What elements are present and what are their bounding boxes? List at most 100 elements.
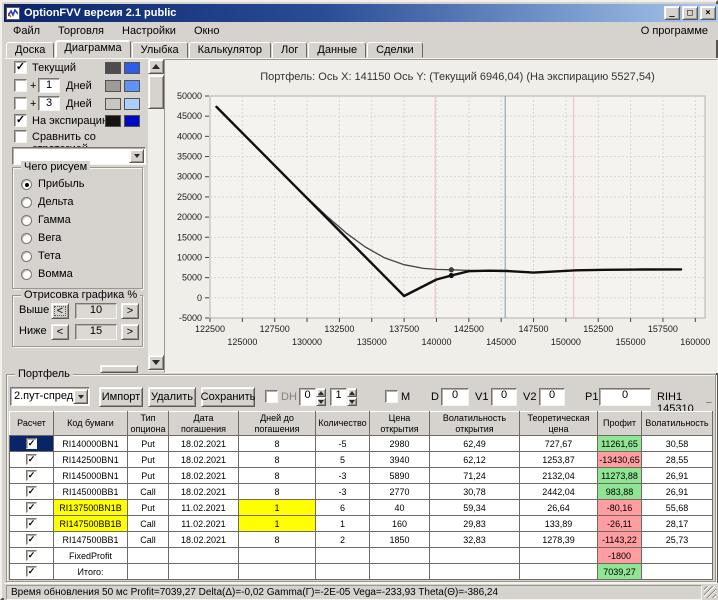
cell-vol-open[interactable]: 62,12 bbox=[429, 451, 520, 468]
cell-vol-open[interactable]: 30,78 bbox=[429, 483, 520, 500]
radio-option-delta[interactable]: Дельта bbox=[21, 196, 139, 213]
current-checkbox[interactable]: ✓ bbox=[14, 61, 27, 74]
cell-code[interactable]: FixedProfit bbox=[53, 547, 128, 564]
radio-icon[interactable] bbox=[21, 232, 32, 244]
cell-price[interactable]: 160 bbox=[369, 515, 430, 532]
cell-price[interactable]: 5890 bbox=[369, 467, 430, 484]
cell-calc[interactable]: ✓ bbox=[9, 499, 54, 516]
cell-type[interactable]: Put bbox=[127, 499, 169, 516]
cell-volatility[interactable] bbox=[641, 563, 713, 580]
cell-calc[interactable]: ✓ bbox=[9, 547, 54, 564]
days1-input[interactable]: 1 bbox=[38, 78, 60, 93]
cell-qty[interactable]: 6 bbox=[315, 499, 370, 516]
cell-code[interactable]: RI137500BN1B bbox=[53, 499, 128, 516]
row-checkbox[interactable]: ✓ bbox=[26, 518, 37, 530]
radio-icon[interactable] bbox=[21, 268, 32, 280]
tab-diagramma[interactable]: Диаграмма bbox=[55, 40, 131, 58]
cell-date[interactable]: 11.02.2021 bbox=[168, 515, 239, 532]
import-button[interactable]: Импорт bbox=[99, 387, 143, 407]
cell-profit[interactable]: -13430,65 bbox=[597, 451, 642, 468]
cell-code[interactable]: RI147500BB1 bbox=[53, 531, 128, 548]
cell-price[interactable]: 2770 bbox=[369, 483, 430, 500]
cell-days[interactable]: 8 bbox=[238, 467, 316, 484]
spin-up-icon[interactable] bbox=[316, 388, 326, 397]
cell-code[interactable]: RI145000BN1 bbox=[53, 467, 128, 484]
color-swatch[interactable] bbox=[105, 80, 121, 92]
tab-doska[interactable]: Доска bbox=[6, 42, 55, 58]
scrollbar-thumb[interactable] bbox=[148, 75, 164, 109]
cell-price[interactable]: 3940 bbox=[369, 451, 430, 468]
color-swatch[interactable] bbox=[105, 98, 121, 110]
cell-vol-open[interactable] bbox=[429, 547, 520, 564]
cell-calc[interactable]: ✓ bbox=[9, 451, 54, 468]
cell-calc[interactable]: ✓ bbox=[9, 515, 54, 532]
days3-input[interactable]: 3 bbox=[38, 96, 60, 111]
partial-control[interactable] bbox=[100, 365, 138, 373]
spin-down-icon[interactable] bbox=[347, 397, 357, 406]
menu-item-window[interactable]: Окно bbox=[185, 24, 229, 38]
cell-calc[interactable]: ✓ bbox=[9, 435, 54, 452]
plus3-checkbox[interactable] bbox=[14, 97, 27, 110]
row-checkbox[interactable]: ✓ bbox=[26, 502, 37, 514]
color-swatch[interactable] bbox=[124, 80, 140, 92]
cell-date[interactable]: 18.02.2021 bbox=[168, 435, 239, 452]
cell-price[interactable]: 1850 bbox=[369, 531, 430, 548]
cell-qty[interactable]: -3 bbox=[315, 467, 370, 484]
tab-dannye[interactable]: Данные bbox=[308, 42, 367, 58]
cell-theo-price[interactable]: 2132,04 bbox=[519, 467, 598, 484]
cell-vol-open[interactable]: 71,24 bbox=[429, 467, 520, 484]
cell-volatility[interactable]: 26,91 bbox=[641, 467, 713, 484]
compare-checkbox[interactable] bbox=[14, 130, 27, 143]
plus1-checkbox[interactable] bbox=[14, 79, 27, 92]
color-swatch[interactable] bbox=[124, 98, 140, 110]
cell-date[interactable]: 18.02.2021 bbox=[168, 451, 239, 468]
cell-type[interactable]: Put bbox=[127, 451, 169, 468]
v1-input[interactable]: 0 bbox=[491, 388, 517, 406]
cell-volatility[interactable]: 30,58 bbox=[641, 435, 713, 452]
above-value[interactable]: 10 bbox=[75, 303, 117, 319]
cell-qty[interactable]: 5 bbox=[315, 451, 370, 468]
cell-qty[interactable]: -5 bbox=[315, 435, 370, 452]
p1-input[interactable]: 0 bbox=[599, 388, 651, 406]
cell-vol-open[interactable]: 32,83 bbox=[429, 531, 520, 548]
radio-option-profit[interactable]: Прибыль bbox=[21, 178, 139, 195]
cell-code[interactable]: RI142500BN1 bbox=[53, 451, 128, 468]
row-checkbox[interactable]: ✓ bbox=[26, 550, 37, 562]
cell-profit[interactable]: 11261,65 bbox=[597, 435, 642, 452]
menu-item-trading[interactable]: Торговля bbox=[49, 24, 113, 38]
cell-profit[interactable]: -1143,22 bbox=[597, 531, 642, 548]
cell-date[interactable] bbox=[168, 547, 239, 564]
row-checkbox[interactable]: ✓ bbox=[26, 454, 37, 466]
resize-grip-icon[interactable] bbox=[704, 586, 716, 598]
color-swatch[interactable] bbox=[105, 62, 121, 74]
cell-qty[interactable] bbox=[315, 563, 370, 580]
cell-type[interactable]: Call bbox=[127, 515, 169, 532]
cell-profit[interactable]: 11273,88 bbox=[597, 467, 642, 484]
cell-theo-price[interactable]: 26,64 bbox=[519, 499, 598, 516]
cell-theo-price[interactable] bbox=[519, 547, 598, 564]
cell-volatility[interactable]: 25,73 bbox=[641, 531, 713, 548]
cell-calc[interactable]: ✓ bbox=[9, 563, 54, 580]
cell-volatility[interactable]: 55,68 bbox=[641, 499, 713, 516]
cell-theo-price[interactable]: 1253,87 bbox=[519, 451, 598, 468]
chart[interactable]: 5000045000400003500030000250002000015000… bbox=[165, 64, 717, 360]
radio-option-vomma[interactable]: Вомма bbox=[21, 268, 139, 285]
spin-up-icon[interactable] bbox=[347, 388, 357, 397]
dh-spinner-2[interactable]: 1 bbox=[330, 388, 357, 406]
row-checkbox[interactable]: ✓ bbox=[26, 534, 37, 546]
d-input[interactable]: 0 bbox=[441, 388, 469, 406]
cell-days[interactable]: 1 bbox=[238, 515, 316, 532]
cell-theo-price[interactable] bbox=[519, 563, 598, 580]
row-checkbox[interactable]: ✓ bbox=[26, 566, 37, 578]
cell-price[interactable] bbox=[369, 563, 430, 580]
cell-date[interactable] bbox=[168, 563, 239, 580]
cell-days[interactable]: 8 bbox=[238, 451, 316, 468]
above-decrease-button[interactable]: < bbox=[51, 303, 69, 319]
row-checkbox[interactable]: ✓ bbox=[26, 470, 37, 482]
cell-volatility[interactable]: 28,17 bbox=[641, 515, 713, 532]
maximize-button[interactable]: □ bbox=[682, 6, 698, 20]
collapse-button[interactable]: _ bbox=[706, 393, 714, 405]
cell-theo-price[interactable]: 133,89 bbox=[519, 515, 598, 532]
cell-type[interactable]: Put bbox=[127, 467, 169, 484]
radio-option-vega[interactable]: Вега bbox=[21, 232, 139, 249]
